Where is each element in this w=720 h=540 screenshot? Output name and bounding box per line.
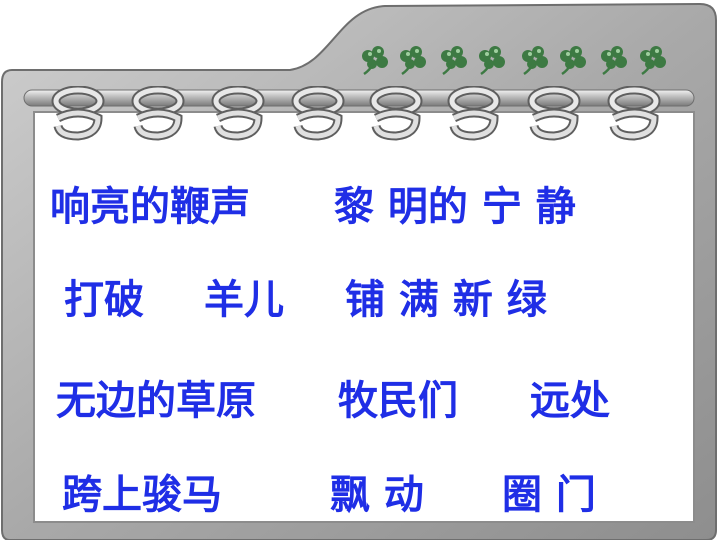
word: 无边的草原: [56, 378, 256, 424]
binder-ring-icon: [291, 86, 345, 141]
binder-ring-icon: [131, 86, 185, 141]
clover-icon: [640, 46, 666, 76]
binder-ring-icon: [211, 86, 265, 141]
clover-icon: [601, 46, 627, 76]
word: 飘 动: [330, 472, 424, 518]
binder-ring-icon: [369, 86, 423, 141]
binder-ring-icon: [527, 86, 581, 141]
clover-icon: [522, 46, 548, 76]
word: 羊儿: [204, 277, 284, 323]
word-line-1: 响亮的鞭声 黎 明的 宁 静: [0, 177, 720, 237]
binder-ring-icon: [607, 86, 661, 141]
binder-ring-icon: [447, 86, 501, 141]
clover-icon: [362, 46, 388, 76]
word: 响亮的鞭声: [50, 184, 250, 230]
clover-icon: [441, 46, 467, 76]
binder-ring-icon: [51, 86, 105, 141]
word-line-4: 跨上骏马 飘 动 圈 门: [0, 465, 720, 525]
word-line-3: 无边的草原 牧民们 远处: [0, 371, 720, 431]
clover-icon: [479, 46, 505, 76]
word: 铺 满 新 绿: [345, 277, 547, 323]
word: 牧民们: [338, 378, 458, 424]
word: 圈 门: [502, 472, 596, 518]
word: 远处: [530, 378, 610, 424]
clover-icon: [560, 46, 586, 76]
word-line-2: 打破 羊儿 铺 满 新 绿: [0, 270, 720, 330]
clover-icon: [400, 46, 426, 76]
word: 打破: [64, 277, 144, 323]
word: 跨上骏马: [62, 472, 222, 518]
word: 黎 明的 宁 静: [334, 184, 576, 230]
